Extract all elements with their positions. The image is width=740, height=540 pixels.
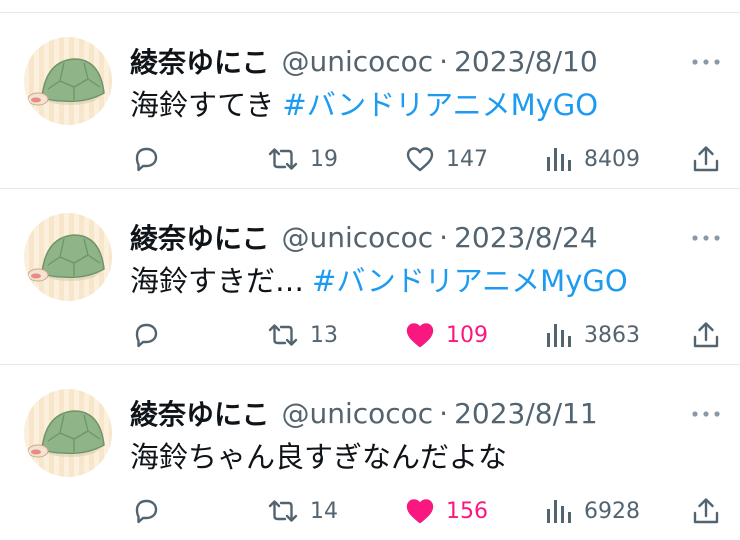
views-button[interactable]: 8409 <box>544 141 640 177</box>
tweet-text: 海鈴すてき #バンドリアニメMyGO <box>130 85 598 125</box>
retweet-icon <box>268 500 298 522</box>
tweet-date[interactable]: 2023/8/11 <box>454 397 598 430</box>
tweet-header: 綾奈ゆにこ @unicococ · 2023/8/10 <box>130 41 598 81</box>
retweet-button[interactable]: 19 <box>266 141 338 177</box>
reply-icon <box>135 499 158 524</box>
views-icon <box>547 324 571 347</box>
retweet-button[interactable]: 14 <box>266 493 338 529</box>
tweet-text-content: 海鈴すきだ… <box>130 264 305 298</box>
turtle-shell-icon <box>27 234 105 282</box>
tweet-text-content: 海鈴ちゃん良すぎなんだよな <box>130 440 508 474</box>
tweet-header: 綾奈ゆにこ @unicococ · 2023/8/11 <box>130 393 598 433</box>
display-name[interactable]: 綾奈ゆにこ <box>130 41 269 81</box>
reply-icon <box>135 323 158 348</box>
more-button[interactable] <box>688 47 724 77</box>
more-icon <box>692 59 720 65</box>
retweet-icon <box>268 148 298 170</box>
like-count: 109 <box>446 322 488 348</box>
tweet-text-content: 海鈴すてき <box>130 88 275 122</box>
views-count: 8409 <box>584 146 640 172</box>
tweet-date[interactable]: 2023/8/10 <box>454 45 598 78</box>
action-bar: 13 109 3863 <box>130 317 726 353</box>
separator-dot: · <box>439 220 449 254</box>
timeline: 綾奈ゆにこ @unicococ · 2023/8/10 海鈴すてき #バンドリアニ… <box>0 0 740 527</box>
separator-dot: · <box>439 396 449 430</box>
hashtag-link[interactable]: #バンドリアニメMyGO <box>312 264 628 298</box>
share-icon <box>693 146 719 172</box>
display-name[interactable]: 綾奈ゆにこ <box>130 393 269 433</box>
reply-icon <box>135 147 158 172</box>
tweet-text: 海鈴ちゃん良すぎなんだよな <box>130 437 507 477</box>
action-bar: 14 156 6928 <box>130 493 726 529</box>
like-icon <box>406 323 434 348</box>
display-name[interactable]: 綾奈ゆにこ <box>130 217 269 257</box>
retweet-count: 19 <box>310 146 338 172</box>
like-count: 156 <box>446 498 488 524</box>
avatar[interactable] <box>24 389 112 477</box>
like-button[interactable]: 147 <box>404 141 488 177</box>
like-count: 147 <box>446 146 488 172</box>
avatar[interactable] <box>24 213 112 301</box>
action-bar: 19 147 8409 <box>130 141 726 177</box>
tweet-text: 海鈴すきだ… #バンドリアニメMyGO <box>130 261 628 301</box>
views-button[interactable]: 3863 <box>544 317 640 353</box>
views-icon <box>547 148 571 171</box>
like-button[interactable]: 109 <box>404 317 488 353</box>
share-button[interactable] <box>690 141 722 177</box>
like-icon <box>406 499 434 524</box>
user-handle[interactable]: @unicococ <box>281 397 433 430</box>
views-button[interactable]: 6928 <box>544 493 640 529</box>
more-button[interactable] <box>688 399 724 429</box>
like-button[interactable]: 156 <box>404 493 488 529</box>
share-icon <box>693 498 719 524</box>
retweet-icon <box>268 324 298 346</box>
share-button[interactable] <box>690 493 722 529</box>
more-icon <box>692 235 720 241</box>
share-button[interactable] <box>690 317 722 353</box>
tweet-header: 綾奈ゆにこ @unicococ · 2023/8/24 <box>130 217 598 257</box>
views-count: 6928 <box>584 498 640 524</box>
share-icon <box>693 322 719 348</box>
separator-dot: · <box>439 44 449 78</box>
hashtag-link[interactable]: #バンドリアニメMyGO <box>282 88 598 122</box>
user-handle[interactable]: @unicococ <box>281 45 433 78</box>
tweet-date[interactable]: 2023/8/24 <box>454 221 598 254</box>
retweet-count: 13 <box>310 322 338 348</box>
turtle-shell-icon <box>27 410 105 458</box>
user-handle[interactable]: @unicococ <box>281 221 433 254</box>
retweet-count: 14 <box>310 498 338 524</box>
tweet[interactable]: 綾奈ゆにこ @unicococ · 2023/8/10 海鈴すてき #バンドリアニ… <box>0 12 740 188</box>
more-icon <box>692 411 720 417</box>
tweet[interactable]: 綾奈ゆにこ @unicococ · 2023/8/24 海鈴すきだ… #バンドリア… <box>0 188 740 364</box>
views-count: 3863 <box>584 322 640 348</box>
reply-button[interactable] <box>130 141 162 177</box>
reply-button[interactable] <box>130 493 162 529</box>
avatar[interactable] <box>24 37 112 125</box>
views-icon <box>547 500 571 523</box>
reply-button[interactable] <box>130 317 162 353</box>
like-icon <box>406 147 434 172</box>
turtle-shell-icon <box>27 58 105 106</box>
retweet-button[interactable]: 13 <box>266 317 338 353</box>
more-button[interactable] <box>688 223 724 253</box>
tweet[interactable]: 綾奈ゆにこ @unicococ · 2023/8/11 海鈴ちゃん良すぎなんだよ… <box>0 364 740 540</box>
